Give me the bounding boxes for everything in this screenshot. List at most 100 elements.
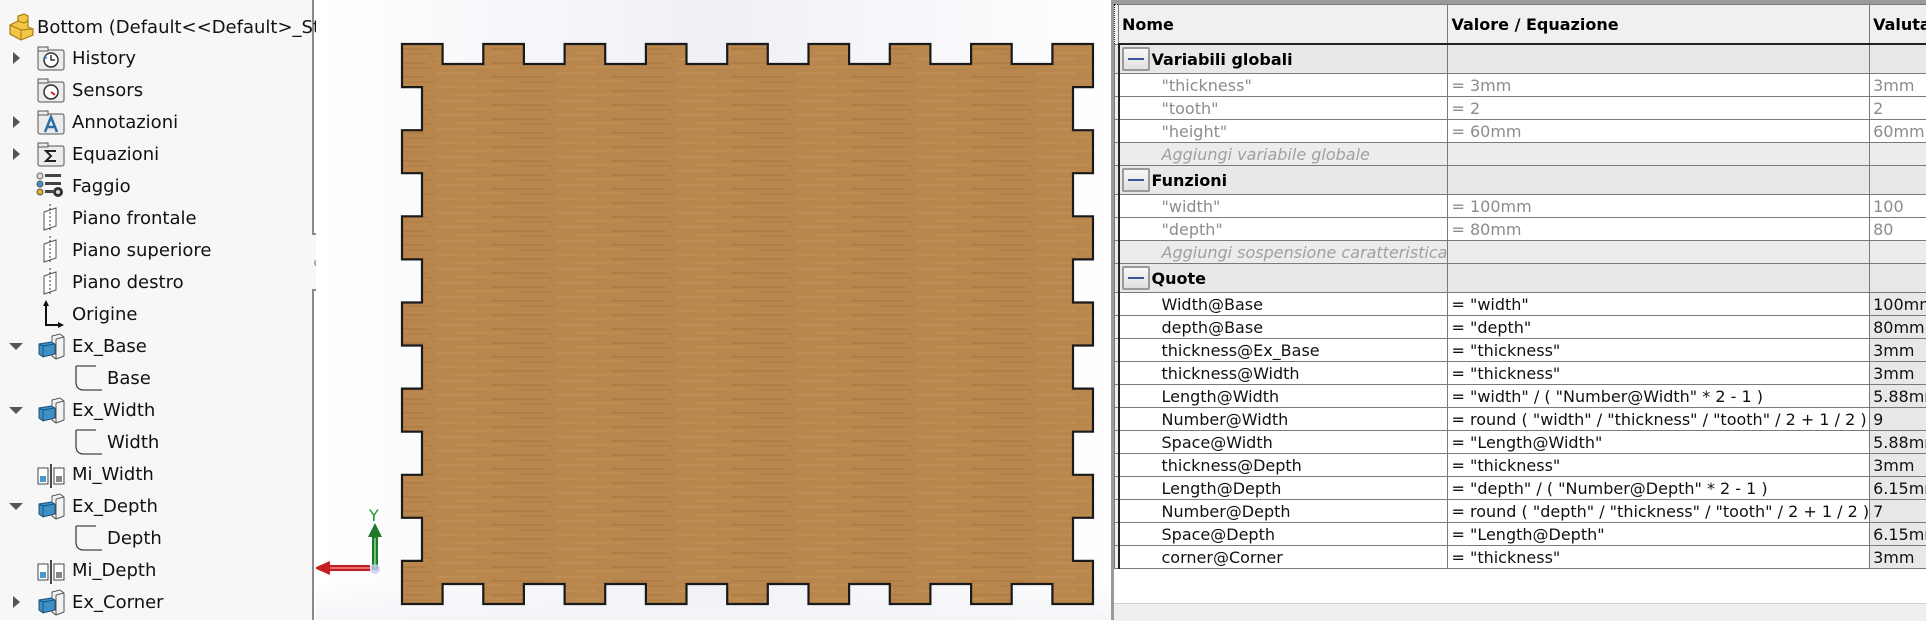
name-cell[interactable]: "height" [1119, 120, 1448, 143]
name-cell[interactable]: Number@Width [1119, 408, 1448, 431]
expand-arrow-icon[interactable] [10, 52, 22, 64]
name-cell[interactable]: Space@Width [1119, 431, 1448, 454]
equation-cell[interactable]: = "thickness" [1448, 339, 1870, 362]
extrude-icon [36, 492, 66, 520]
equation-cell[interactable]: = 100mm [1448, 195, 1870, 218]
equation-cell[interactable]: = "thickness" [1448, 362, 1870, 385]
equation-cell[interactable]: = "width" [1448, 293, 1870, 316]
evaluates-cell: 100 [1870, 195, 1926, 218]
tree-item-label: Sensors [72, 80, 143, 101]
collapse-group-button[interactable] [1122, 168, 1150, 192]
graphics-viewport[interactable]: X Y [316, 0, 1111, 620]
chevron-down-icon [9, 407, 23, 414]
collapse-arrow-icon[interactable] [10, 500, 22, 512]
collapse-arrow-icon[interactable] [10, 340, 22, 352]
expand-arrow-icon[interactable] [10, 596, 22, 608]
material-icon [36, 172, 66, 200]
equation-cell[interactable]: = "thickness" [1448, 546, 1870, 569]
name-cell[interactable]: "thickness" [1119, 74, 1448, 97]
chevron-right-icon [13, 148, 20, 160]
column-header-value[interactable]: Valore / Equazione [1448, 5, 1870, 45]
table-row: Width@Base= "width"100mm [1115, 293, 1926, 316]
tree-item-label: Piano destro [72, 272, 184, 293]
empty-cell [1448, 166, 1870, 195]
empty-cell [1448, 241, 1870, 264]
equation-cell[interactable]: = round ( "width" / "thickness" / "tooth… [1448, 408, 1870, 431]
equation-cell[interactable]: = "width" / ( "Number@Width" * 2 - 1 ) [1448, 385, 1870, 408]
group-title-text: Funzioni [1152, 171, 1228, 190]
evaluates-cell: 5.88mm [1870, 431, 1926, 454]
sketch-icon [72, 524, 102, 552]
name-cell[interactable]: thickness@Depth [1119, 454, 1448, 477]
name-cell[interactable]: Length@Depth [1119, 477, 1448, 500]
name-cell[interactable]: Space@Depth [1119, 523, 1448, 546]
equation-cell[interactable]: = 60mm [1448, 120, 1870, 143]
name-cell[interactable]: thickness@Ex_Base [1119, 339, 1448, 362]
column-header-name[interactable]: Nome [1119, 5, 1448, 45]
add-item-input[interactable]: Aggiungi sospensione caratteristica [1119, 241, 1448, 264]
name-cell[interactable]: "tooth" [1119, 97, 1448, 120]
add-item-input[interactable]: Aggiungi variabile globale [1119, 143, 1448, 166]
collapse-group-button[interactable] [1122, 47, 1150, 71]
annotations-folder-icon [36, 108, 66, 136]
chevron-down-icon [9, 503, 23, 510]
chevron-down-icon [9, 343, 23, 350]
table-row: "width"= 100mm100 [1115, 195, 1926, 218]
table-row: Space@Width= "Length@Width"5.88mm [1115, 431, 1926, 454]
empty-cell [1870, 264, 1926, 293]
collapse-group-button[interactable] [1122, 266, 1150, 290]
tree-item-label: Equazioni [72, 144, 159, 165]
plane-icon [36, 236, 66, 264]
evaluates-cell: 3mm [1870, 546, 1926, 569]
name-cell[interactable]: thickness@Width [1119, 362, 1448, 385]
tree-item-label: Base [107, 368, 151, 389]
tree-item-label: Ex_Corner [72, 592, 164, 613]
name-cell[interactable]: "width" [1119, 195, 1448, 218]
box-bottom-panel[interactable] [402, 44, 1093, 604]
sketch-icon [72, 364, 102, 392]
name-cell[interactable]: Width@Base [1119, 293, 1448, 316]
name-cell[interactable]: Length@Width [1119, 385, 1448, 408]
name-cell[interactable]: "depth" [1119, 218, 1448, 241]
tree-item-label: Piano frontale [72, 208, 197, 229]
equation-cell[interactable]: = round ( "depth" / "thickness" / "tooth… [1448, 500, 1870, 523]
evaluates-cell: 3mm [1870, 74, 1926, 97]
chevron-right-icon [13, 116, 20, 128]
group-cell: Quote [1119, 264, 1448, 293]
chevron-right-icon [13, 596, 20, 608]
equation-cell[interactable]: = 80mm [1448, 218, 1870, 241]
part-icon [6, 13, 36, 41]
equation-cell[interactable]: = "depth" / ( "Number@Depth" * 2 - 1 ) [1448, 477, 1870, 500]
table-row: thickness@Width= "thickness"3mm [1115, 362, 1926, 385]
tree-item-label: Faggio [72, 176, 131, 197]
tree-item-label: Origine [72, 304, 137, 325]
sensors-folder-icon [36, 76, 66, 104]
name-cell[interactable]: corner@Corner [1119, 546, 1448, 569]
history-folder-icon [36, 44, 66, 72]
expand-arrow-icon[interactable] [10, 116, 22, 128]
column-header-evaluates[interactable]: Valuta a [1870, 5, 1926, 45]
empty-cell [1448, 143, 1870, 166]
mirror-icon [36, 556, 66, 584]
expand-arrow-icon[interactable] [10, 148, 22, 160]
equation-cell[interactable]: = "Length@Depth" [1448, 523, 1870, 546]
name-cell[interactable]: depth@Base [1119, 316, 1448, 339]
evaluates-cell: 5.88mm [1870, 385, 1926, 408]
equation-cell[interactable]: = "thickness" [1448, 454, 1870, 477]
table-row: "thickness"= 3mm3mm [1115, 74, 1926, 97]
feature-tree-panel: Bottom (Default<<Default>_Stato HistoryS… [0, 0, 314, 620]
collapse-arrow-icon[interactable] [10, 404, 22, 416]
table-row: Space@Depth= "Length@Depth"6.15mm [1115, 523, 1926, 546]
equation-cell[interactable]: = "depth" [1448, 316, 1870, 339]
evaluates-cell: 80mm [1870, 316, 1926, 339]
name-cell[interactable]: Number@Depth [1119, 500, 1448, 523]
group-row: Funzioni [1115, 166, 1926, 195]
evaluates-cell: 3mm [1870, 339, 1926, 362]
part-model[interactable]: X Y [316, 0, 1111, 620]
add-row: Aggiungi sospensione caratteristica [1115, 241, 1926, 264]
equation-cell[interactable]: = 2 [1448, 97, 1870, 120]
coordinate-triad: X Y [316, 506, 382, 578]
equation-cell[interactable]: = 3mm [1448, 74, 1870, 97]
equation-cell[interactable]: = "Length@Width" [1448, 431, 1870, 454]
table-row: Number@Depth= round ( "depth" / "thickne… [1115, 500, 1926, 523]
